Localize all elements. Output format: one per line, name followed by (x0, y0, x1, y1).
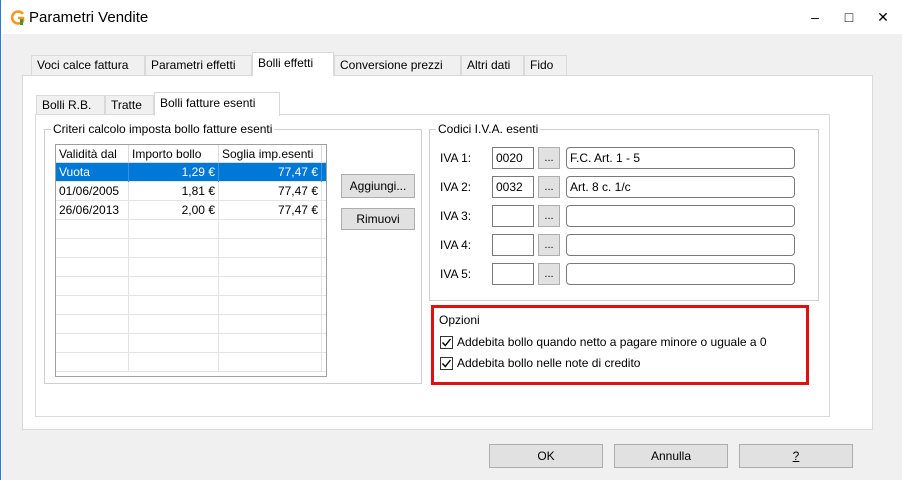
maximize-icon[interactable]: □ (831, 0, 867, 34)
iva-3-desc-input[interactable] (566, 205, 795, 227)
tab-conversione-prezzi[interactable]: Conversione prezzi (334, 55, 461, 75)
subtab-tratte[interactable]: Tratte (105, 95, 154, 115)
tab-voci-calce-fattura[interactable]: Voci calce fattura (31, 55, 145, 75)
empty-row[interactable] (56, 353, 326, 372)
iva-1-desc-input[interactable]: F.C. Art. 1 - 5 (566, 147, 795, 169)
iva-5-label: IVA 5: (440, 267, 472, 281)
window-title: Parametri Vendite (29, 9, 149, 26)
iva-1-browse-button[interactable]: ... (538, 147, 560, 169)
iva-1-label: IVA 1: (440, 151, 472, 165)
iva-4-browse-button[interactable]: ... (538, 234, 560, 256)
cell-validita: 01/06/2005 (56, 182, 129, 201)
empty-row[interactable] (56, 258, 326, 277)
cell-soglia: 77,47 € (219, 163, 322, 182)
codici-iva-group: Codici I.V.A. esenti IVA 1: 0020 ... F.C… (429, 122, 819, 301)
annulla-button[interactable]: Annulla (614, 444, 728, 468)
cell-soglia: 77,47 € (219, 201, 322, 220)
empty-row[interactable] (56, 296, 326, 315)
cell-importo: 1,81 € (129, 182, 219, 201)
criteri-legend: Criteri calcolo imposta bollo fatture es… (51, 122, 275, 136)
empty-row[interactable] (56, 239, 326, 258)
aggiungi-button[interactable]: Aggiungi... (341, 174, 415, 198)
column-header-soglia[interactable]: Soglia imp.esenti (219, 145, 322, 163)
criteri-grid[interactable]: Validità dal Importo bollo Soglia imp.es… (55, 144, 327, 377)
help-button[interactable]: ? (739, 444, 853, 468)
ok-button[interactable]: OK (489, 444, 603, 468)
option-1-label[interactable]: Addebita bollo quando netto a pagare min… (457, 335, 767, 349)
cell-importo: 1,29 € (129, 163, 219, 182)
column-header-validita[interactable]: Validità dal (56, 145, 129, 163)
iva-5-browse-button[interactable]: ... (538, 263, 560, 285)
opzioni-group: Opzioni Addebita bollo quando netto a pa… (439, 313, 801, 377)
bolli-fatture-esenti-panel: Criteri calcolo imposta bollo fatture es… (35, 114, 830, 417)
empty-row[interactable] (56, 334, 326, 353)
criteri-group: Criteri calcolo imposta bollo fatture es… (44, 122, 422, 384)
tab-parametri-effetti[interactable]: Parametri effetti (145, 55, 252, 75)
bolli-effetti-panel: Bolli R.B. Tratte Bolli fatture esenti C… (22, 75, 873, 430)
empty-row[interactable] (56, 220, 326, 239)
iva-3-label: IVA 3: (440, 209, 472, 223)
cell-importo: 2,00 € (129, 201, 219, 220)
title-bar[interactable]: Parametri Vendite – □ ✕ (1, 0, 902, 34)
iva-3-browse-button[interactable]: ... (538, 205, 560, 227)
tab-altri-dati[interactable]: Altri dati (461, 55, 524, 75)
subtab-bolli-rb[interactable]: Bolli R.B. (36, 95, 105, 115)
option-1-checkbox[interactable] (440, 336, 453, 349)
option-2-checkbox[interactable] (440, 357, 453, 370)
iva-5-code-input[interactable] (492, 263, 534, 285)
iva-1-code-input[interactable]: 0020 (492, 147, 534, 169)
app-logo-icon (10, 10, 25, 25)
rimuovi-button[interactable]: Rimuovi (341, 208, 415, 230)
iva-3-code-input[interactable] (492, 205, 534, 227)
check-icon (441, 359, 452, 368)
table-row[interactable]: 26/06/2013 2,00 € 77,47 € (56, 201, 326, 220)
minimize-icon[interactable]: – (797, 0, 833, 34)
iva-2-desc-input[interactable]: Art. 8 c. 1/c (566, 176, 795, 198)
window: Parametri Vendite – □ ✕ Voci calce fattu… (0, 0, 902, 480)
table-row[interactable]: 01/06/2005 1,81 € 77,47 € (56, 182, 326, 201)
cell-soglia: 77,47 € (219, 182, 322, 201)
table-row[interactable]: Vuota 1,29 € 77,47 € (56, 163, 326, 182)
iva-4-code-input[interactable] (492, 234, 534, 256)
opzioni-legend: Opzioni (439, 313, 480, 327)
iva-4-desc-input[interactable] (566, 234, 795, 256)
dialog-body: Voci calce fattura Parametri effetti Bol… (2, 34, 902, 480)
subtab-bolli-fatture-esenti[interactable]: Bolli fatture esenti (154, 92, 280, 116)
iva-5-desc-input[interactable] (566, 263, 795, 285)
grid-header: Validità dal Importo bollo Soglia imp.es… (56, 145, 326, 163)
iva-4-label: IVA 4: (440, 238, 472, 252)
codici-legend: Codici I.V.A. esenti (436, 122, 541, 136)
empty-row[interactable] (56, 315, 326, 334)
iva-2-code-input[interactable]: 0032 (492, 176, 534, 198)
close-icon[interactable]: ✕ (865, 0, 901, 34)
tab-fido[interactable]: Fido (524, 55, 567, 75)
tab-bolli-effetti[interactable]: Bolli effetti (252, 52, 334, 76)
empty-row[interactable] (56, 277, 326, 296)
column-header-importo[interactable]: Importo bollo (129, 145, 219, 163)
iva-2-label: IVA 2: (440, 180, 472, 194)
check-icon (441, 338, 452, 347)
cell-validita: Vuota (56, 163, 129, 182)
option-2-label[interactable]: Addebita bollo nelle note di credito (457, 356, 640, 370)
iva-2-browse-button[interactable]: ... (538, 176, 560, 198)
cell-validita: 26/06/2013 (56, 201, 129, 220)
